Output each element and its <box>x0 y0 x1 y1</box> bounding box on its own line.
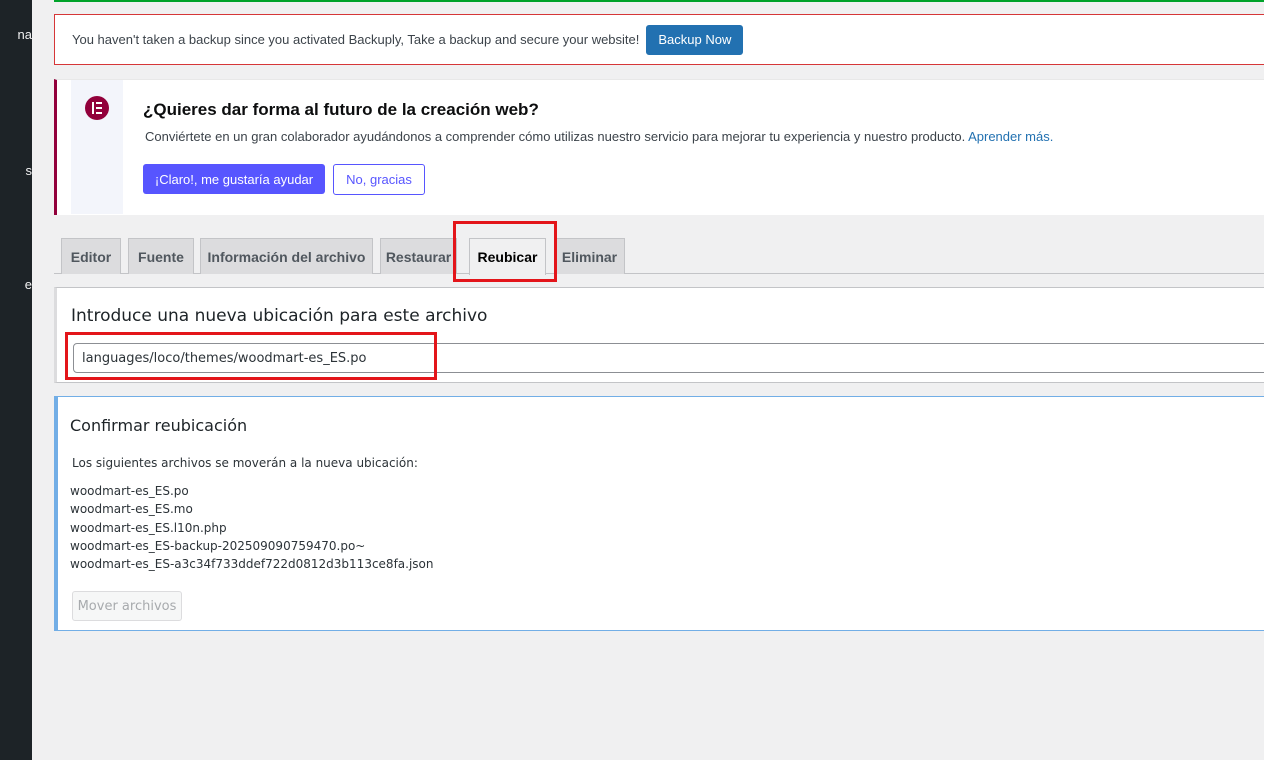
learn-more-link[interactable]: Aprender más. <box>968 129 1053 144</box>
list-item: woodmart-es_ES.po <box>70 484 189 498</box>
elementor-notice-title: ¿Quieres dar forma al futuro de la creac… <box>143 100 539 119</box>
elementor-notice-text: Conviértete en un gran colaborador ayudá… <box>145 129 966 144</box>
backup-now-button[interactable]: Backup Now <box>646 24 744 55</box>
files-to-move-list: woodmart-es_ES.po woodmart-es_ES.mo wood… <box>70 482 434 573</box>
list-item: woodmart-es_ES.l10n.php <box>70 520 227 535</box>
file-tabs: Editor Fuente Información del archivo Re… <box>54 238 1264 275</box>
backup-notice: You haven't taken a backup since you act… <box>54 14 1264 65</box>
accept-help-button[interactable]: ¡Claro!, me gustaría ayudar <box>143 164 325 194</box>
list-item: woodmart-es_ES-a3c34f733ddef722d0812d3b1… <box>70 557 434 572</box>
tab-file-info[interactable]: Información del archivo <box>200 238 373 274</box>
new-location-panel: Introduce una nueva ubicación para este … <box>54 287 1264 383</box>
confirm-relocation-subtitle: Los siguientes archivos se moverán a la … <box>72 456 418 470</box>
tab-editor[interactable]: Editor <box>61 238 121 274</box>
sidebar-menu-label: na <box>17 27 32 42</box>
elementor-logo-icon <box>85 96 109 120</box>
sidebar-menu-label: s <box>25 163 33 178</box>
tab-restore[interactable]: Restaurar <box>380 238 457 274</box>
admin-sidebar: na s e <box>0 0 32 760</box>
elementor-notice-description: Conviértete en un gran colaborador ayudá… <box>145 129 1053 144</box>
confirm-relocation-panel: Confirmar reubicación Los siguientes arc… <box>54 396 1264 631</box>
tab-delete[interactable]: Eliminar <box>554 238 625 274</box>
new-location-heading: Introduce una nueva ubicación para este … <box>71 306 488 326</box>
tab-source[interactable]: Fuente <box>128 238 194 274</box>
list-item: woodmart-es_ES.mo <box>70 502 193 517</box>
elementor-icon-column <box>71 80 123 214</box>
success-notice-edge <box>54 0 1264 2</box>
list-item: woodmart-es_ES-backup-202509090759470.po… <box>70 538 366 553</box>
sidebar-menu-item[interactable]: na <box>0 27 32 42</box>
confirm-relocation-heading: Confirmar reubicación <box>70 416 248 435</box>
sidebar-menu-item[interactable]: s <box>2 163 33 178</box>
backup-notice-message: You haven't taken a backup since you act… <box>72 32 640 47</box>
move-files-button[interactable]: Mover archivos <box>72 591 182 621</box>
elementor-feedback-notice: ¿Quieres dar forma al futuro de la creac… <box>54 79 1264 215</box>
sidebar-menu-item[interactable]: e <box>1 277 32 292</box>
sidebar-menu-label: e <box>24 277 32 292</box>
tab-relocate[interactable]: Reubicar <box>469 238 546 275</box>
decline-help-button[interactable]: No, gracias <box>333 164 425 195</box>
new-location-path-input[interactable] <box>73 343 1264 373</box>
